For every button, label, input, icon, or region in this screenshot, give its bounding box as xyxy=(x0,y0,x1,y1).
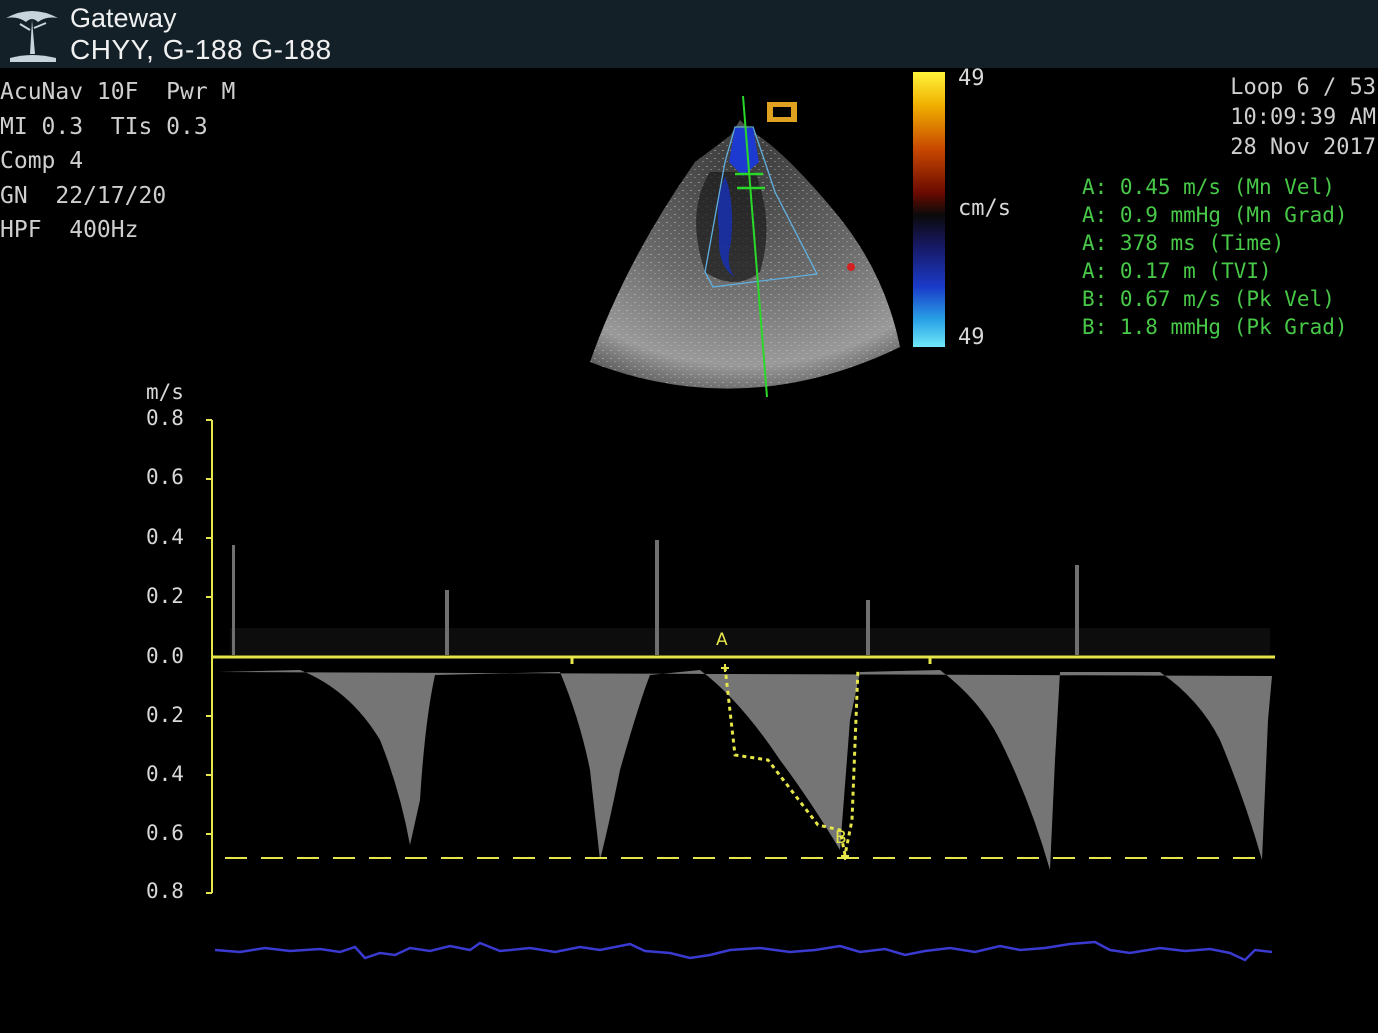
spectral-doppler-display: A B xyxy=(206,419,1275,894)
measurement-item: B: 1.8 mmHg (Pk Grad) xyxy=(1082,315,1348,339)
tree-logo-icon xyxy=(6,11,58,62)
color-scale-max: 49 xyxy=(958,66,985,91)
color-velocity-bar xyxy=(913,72,945,347)
measurement-item: A: 378 ms (Time) xyxy=(1082,231,1285,255)
measurement-item: A: 0.9 mmHg (Mn Grad) xyxy=(1082,203,1348,227)
orientation-marker-icon xyxy=(767,102,797,122)
patient-id: CHYY, G-188 G-188 xyxy=(70,34,332,65)
param-mi: MI 0.3 TIs 0.3 xyxy=(0,113,208,140)
marker-b-label: B xyxy=(835,828,847,848)
measurement-item: A: 0.17 m (TVI) xyxy=(1082,259,1272,283)
param-probe: AcuNav 10F Pwr M xyxy=(0,79,236,105)
loop-time: 10:09:39 AM xyxy=(1230,105,1376,130)
marker-a-label: A xyxy=(716,630,728,650)
ecg-trace xyxy=(214,940,1273,962)
title-bar: Gateway CHYY, G-188 G-188 xyxy=(0,0,1378,68)
doppler-spectrum xyxy=(218,670,1272,870)
measurement-item: A: 0.45 m/s (Mn Vel) xyxy=(1082,175,1335,199)
color-scale-unit: cm/s xyxy=(958,196,1011,221)
app-name: Gateway xyxy=(70,3,177,33)
param-comp: Comp 4 xyxy=(0,148,84,174)
loop-info: Loop 6 / 53 10:09:39 AM 28 Nov 2017 xyxy=(1230,73,1376,163)
measurement-list: A: 0.45 m/s (Mn Vel) A: 0.9 mmHg (Mn Grad… xyxy=(1082,173,1348,341)
loop-counter: Loop 6 / 53 xyxy=(1230,75,1376,100)
color-scale-min: 49 xyxy=(958,325,985,350)
loop-date: 28 Nov 2017 xyxy=(1230,135,1376,160)
ultrasound-sector-image xyxy=(590,95,900,398)
measurement-item: B: 0.67 m/s (Pk Vel) xyxy=(1082,287,1335,311)
param-gain: GN 22/17/20 xyxy=(0,182,167,209)
acquisition-params: AcuNav 10F Pwr M MI 0.3 TIs 0.3 Comp 4 GN 2… xyxy=(0,75,235,248)
param-hpf: HPF 400Hz xyxy=(0,217,139,243)
